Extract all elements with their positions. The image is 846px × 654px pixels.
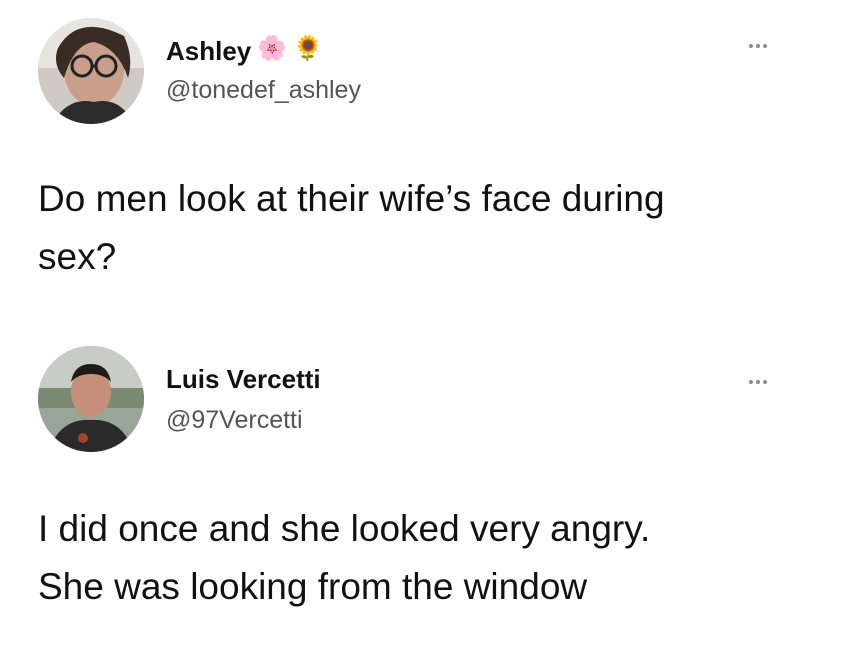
user-name-row[interactable]: Luis Vercetti — [166, 364, 321, 395]
user-handle[interactable]: @97Vercetti — [166, 406, 303, 435]
more-options-icon[interactable] — [738, 372, 778, 392]
user-handle[interactable]: @tonedef_ashley — [166, 76, 361, 105]
display-name[interactable]: Luis Vercetti — [166, 364, 321, 395]
avatar-photo-icon — [38, 18, 144, 124]
avatar-photo-icon — [38, 346, 144, 452]
dot — [756, 44, 760, 48]
user-name-row[interactable]: Ashley 🌸 🌻 — [166, 36, 323, 67]
more-options-icon[interactable] — [738, 36, 778, 56]
dot — [749, 380, 753, 384]
dot — [749, 44, 753, 48]
sunflower-icon: 🌻 — [293, 34, 324, 62]
display-name[interactable]: Ashley — [166, 36, 251, 67]
tweet[interactable]: Ashley 🌸 🌻 @tonedef_ashley Do men look a… — [0, 0, 846, 320]
cherry-blossom-icon: 🌸 — [257, 34, 288, 62]
dot — [756, 380, 760, 384]
dot — [763, 44, 767, 48]
tweet-text: Do men look at their wife’s face during … — [38, 178, 665, 277]
tweet[interactable]: Luis Vercetti @97Vercetti I did once and… — [0, 330, 846, 654]
avatar[interactable] — [38, 18, 144, 124]
avatar[interactable] — [38, 346, 144, 452]
tweet-text: I did once and she looked very angry. Sh… — [38, 508, 651, 607]
dot — [763, 380, 767, 384]
